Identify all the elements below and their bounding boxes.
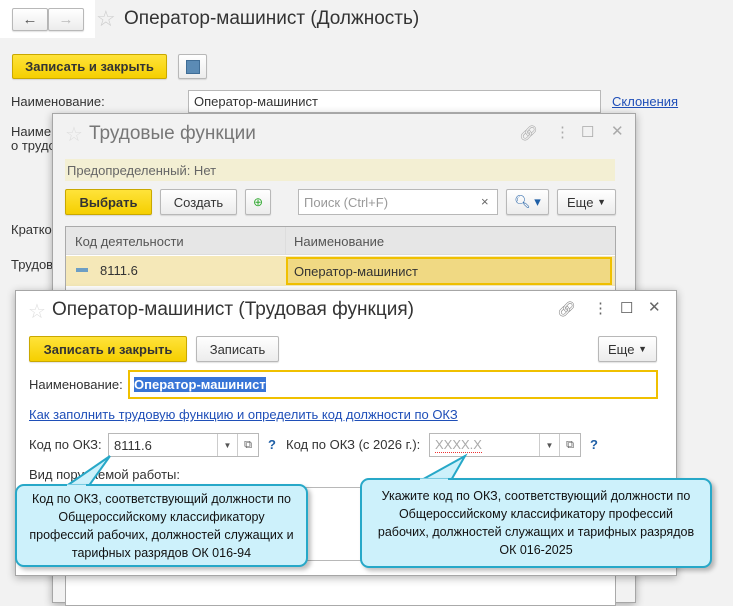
callout-right: Укажите код по ОКЗ, соответствующий долж… xyxy=(360,478,712,568)
callout-tail-left xyxy=(61,455,111,488)
callout-left: Код по ОКЗ, соответствующий должности по… xyxy=(15,484,308,567)
